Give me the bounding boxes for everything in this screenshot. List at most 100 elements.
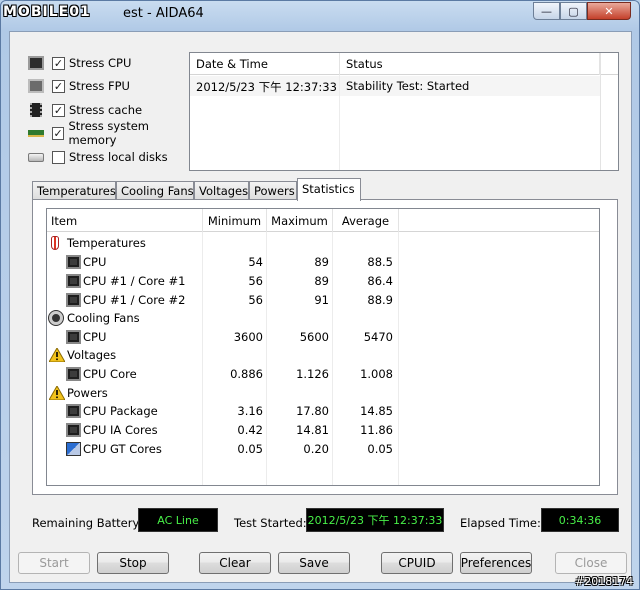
group-temperatures[interactable]: Temperatures bbox=[47, 234, 427, 253]
stress-fpu-option[interactable]: ✓ Stress FPU bbox=[28, 77, 198, 95]
table-row[interactable]: CPU GT Cores 0.05 0.20 0.05 bbox=[47, 440, 427, 459]
window-title: est - AIDA64 bbox=[123, 6, 204, 21]
warning-icon bbox=[48, 384, 66, 401]
row-avg: 14.85 bbox=[360, 404, 393, 418]
elapsed-time-label: Elapsed Time: bbox=[460, 516, 541, 530]
table-row[interactable]: CPU Package 3.16 17.80 14.85 bbox=[47, 402, 427, 421]
watermark: #2018174 bbox=[575, 575, 634, 588]
thermometer-icon bbox=[51, 236, 59, 250]
group-cooling-fans[interactable]: Cooling Fans bbox=[47, 309, 427, 328]
disk-drive-icon bbox=[28, 152, 44, 162]
group-voltages[interactable]: Voltages bbox=[47, 346, 427, 365]
fpu-chip-icon bbox=[28, 79, 44, 93]
stress-cache-checkbox[interactable]: ✓ bbox=[52, 103, 65, 117]
group-label: Powers bbox=[67, 386, 108, 400]
row-min: 3.16 bbox=[237, 404, 263, 418]
close-window-button[interactable]: ✕ bbox=[587, 2, 631, 20]
row-name: CPU Core bbox=[83, 367, 137, 381]
row-name: CPU #1 / Core #1 bbox=[83, 274, 186, 288]
stress-memory-label: Stress system memory bbox=[68, 119, 150, 147]
stress-cache-option[interactable]: ✓ Stress cache bbox=[28, 101, 198, 119]
row-max: 0.20 bbox=[303, 442, 329, 456]
start-button[interactable]: Start bbox=[18, 552, 90, 574]
row-avg: 88.5 bbox=[367, 255, 393, 269]
clear-button[interactable]: Clear bbox=[199, 552, 271, 574]
warning-icon bbox=[48, 346, 66, 363]
row-max: 91 bbox=[314, 293, 329, 307]
maximize-icon: ▢ bbox=[568, 4, 579, 18]
status-column-header[interactable]: Status bbox=[340, 53, 600, 75]
minimum-column-header[interactable]: Minimum bbox=[203, 209, 267, 232]
log-header: Date & Time Status bbox=[190, 53, 618, 75]
row-avg: 11.86 bbox=[360, 423, 393, 437]
row-max: 89 bbox=[314, 255, 329, 269]
group-label: Temperatures bbox=[67, 236, 146, 250]
statistics-panel: Item Minimum Maximum Average Temperature… bbox=[32, 199, 618, 495]
title-bar[interactable]: MOBILE01 est - AIDA64 — ▢ ✕ bbox=[1, 1, 639, 27]
cpu-chip-icon bbox=[28, 56, 44, 70]
cpu-chip-icon bbox=[66, 274, 81, 288]
stress-disks-option[interactable]: Stress local disks bbox=[28, 148, 198, 166]
cpu-chip-icon bbox=[66, 423, 81, 437]
mobile01-logo: MOBILE01 bbox=[3, 4, 91, 20]
row-avg: 88.9 bbox=[367, 293, 393, 307]
close-button[interactable]: Close bbox=[555, 552, 627, 574]
client-area: ✓ Stress CPU ✓ Stress FPU ✓ Stress cache… bbox=[9, 31, 632, 583]
log-datetime: 2012/5/23 下午 12:37:33 bbox=[196, 80, 337, 94]
maximize-button[interactable]: ▢ bbox=[560, 2, 587, 20]
cpu-chip-icon bbox=[66, 293, 81, 307]
row-avg: 86.4 bbox=[367, 274, 393, 288]
row-name: CPU bbox=[83, 255, 107, 269]
row-min: 56 bbox=[248, 274, 263, 288]
save-button[interactable]: Save bbox=[278, 552, 350, 574]
row-min: 0.886 bbox=[230, 367, 263, 381]
cpuid-button[interactable]: CPUID bbox=[381, 552, 453, 574]
row-max: 89 bbox=[314, 274, 329, 288]
stress-fpu-label: Stress FPU bbox=[69, 79, 130, 93]
minimize-icon: — bbox=[541, 4, 552, 18]
table-row[interactable]: CPU IA Cores 0.42 14.81 11.86 bbox=[47, 421, 427, 440]
stress-memory-option[interactable]: ✓ Stress system memory bbox=[28, 119, 198, 147]
status-log-list[interactable]: Date & Time Status 2012/5/23 下午 12:37:33… bbox=[189, 52, 619, 171]
maximum-column-header[interactable]: Maximum bbox=[267, 209, 333, 232]
tab-powers[interactable]: Powers bbox=[249, 181, 297, 200]
row-max: 14.81 bbox=[296, 423, 329, 437]
stress-disks-checkbox[interactable] bbox=[52, 150, 65, 164]
tab-voltages[interactable]: Voltages bbox=[194, 181, 249, 200]
table-row[interactable]: CPU #1 / Core #1 56 89 86.4 bbox=[47, 272, 427, 291]
table-row[interactable]: CPU 54 89 88.5 bbox=[47, 253, 427, 272]
table-row[interactable]: CPU 3600 5600 5470 bbox=[47, 328, 427, 347]
stress-fpu-checkbox[interactable]: ✓ bbox=[52, 79, 65, 93]
tab-temperatures[interactable]: Temperatures bbox=[32, 181, 116, 200]
item-column-header[interactable]: Item bbox=[47, 209, 203, 232]
stress-cpu-checkbox[interactable]: ✓ bbox=[52, 56, 65, 70]
elapsed-time-value: 0:34:36 bbox=[541, 508, 619, 532]
test-started-label: Test Started: bbox=[234, 516, 307, 530]
stress-cpu-option[interactable]: ✓ Stress CPU bbox=[28, 54, 198, 72]
row-min: 56 bbox=[248, 293, 263, 307]
preferences-button[interactable]: Preferences bbox=[460, 552, 532, 574]
row-max: 1.126 bbox=[296, 367, 329, 381]
fan-icon bbox=[49, 311, 63, 325]
minimize-button[interactable]: — bbox=[533, 2, 560, 20]
cpu-chip-icon bbox=[66, 367, 81, 381]
row-name: CPU GT Cores bbox=[83, 442, 162, 456]
table-row[interactable]: CPU Core 0.886 1.126 1.008 bbox=[47, 365, 427, 384]
row-avg: 1.008 bbox=[360, 367, 393, 381]
table-row[interactable]: CPU #1 / Core #2 56 91 88.9 bbox=[47, 291, 427, 310]
row-name: CPU Package bbox=[83, 404, 158, 418]
average-column-header[interactable]: Average bbox=[333, 209, 399, 232]
battery-value: AC Line bbox=[138, 508, 218, 532]
datetime-column-header[interactable]: Date & Time bbox=[190, 53, 340, 75]
row-name: CPU #1 / Core #2 bbox=[83, 293, 186, 307]
log-row[interactable]: 2012/5/23 下午 12:37:33 Stability Test: St… bbox=[190, 76, 600, 96]
stress-memory-checkbox[interactable]: ✓ bbox=[51, 126, 65, 140]
test-started-value: 2012/5/23 下午 12:37:33 bbox=[306, 508, 444, 532]
tab-cooling-fans[interactable]: Cooling Fans bbox=[116, 181, 194, 200]
caption-buttons: — ▢ ✕ bbox=[533, 2, 631, 20]
statistics-list[interactable]: Item Minimum Maximum Average Temperature… bbox=[46, 208, 600, 486]
memory-module-icon bbox=[28, 129, 44, 137]
stop-button[interactable]: Stop bbox=[97, 552, 169, 574]
tab-statistics[interactable]: Statistics bbox=[297, 178, 361, 201]
group-powers[interactable]: Powers bbox=[47, 384, 427, 403]
